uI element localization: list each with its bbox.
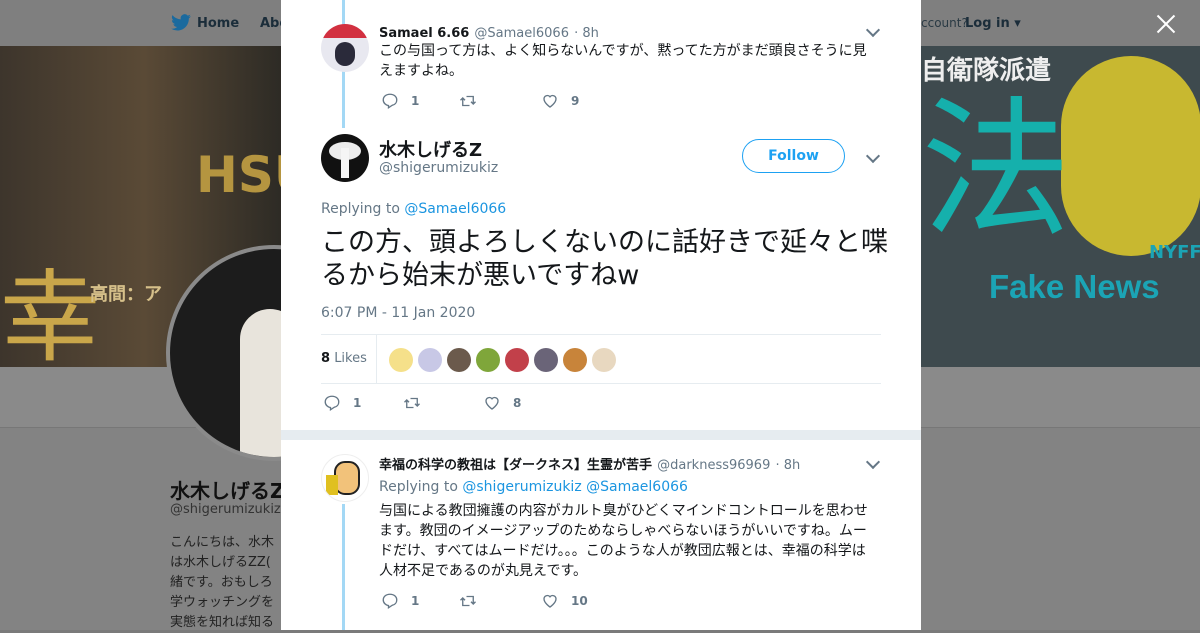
liker-avatar[interactable] [534, 348, 558, 372]
reply-chevron-down-icon[interactable] [865, 454, 881, 470]
reply-header: 幸福の科学の教祖は【ダークネス】生霊が苦手 @darkness96969 · 8… [379, 454, 800, 473]
main-retweet-button[interactable] [403, 394, 421, 412]
reply-time[interactable]: · 8h [775, 458, 800, 473]
main-name[interactable]: 水木しげるZ [379, 136, 482, 162]
reply-text: 与国による教団擁護の内容がカルト臭がひどくマインドコントロールを思わせます。教団… [379, 503, 868, 579]
liker-avatar[interactable] [592, 348, 616, 372]
main-actions: 1 8 [323, 394, 623, 414]
account-prompt: ccount? [921, 16, 968, 30]
main-handle[interactable]: @shigerumizukiz [379, 160, 498, 176]
reply-actions: 1 10 [381, 592, 681, 612]
reply-like-count: 10 [571, 594, 588, 608]
follow-button[interactable]: Follow [742, 139, 845, 173]
banner-right-title: 自衛隊派遣 [921, 56, 1052, 86]
profile-bio: こんにちは、水木 は水木しげるZZ( 緒です。おもしろ 学ウォッチングを 実態を… [170, 535, 275, 630]
likes-stat[interactable]: 8 Likes [321, 351, 367, 366]
prev-like-count: 9 [571, 94, 580, 108]
liker-avatar[interactable] [418, 348, 442, 372]
likes-count: 8 [321, 351, 331, 366]
prev-like-button[interactable]: 9 [541, 92, 579, 110]
close-icon[interactable] [1152, 10, 1180, 38]
tweet-modal: Samael 6.66 @Samael6066 · 8h この与国って方は、よく… [281, 0, 921, 630]
likes-label: Likes [334, 351, 367, 366]
reply-name[interactable]: 幸福の科学の教祖は【ダークネス】生霊が苦手 [379, 458, 652, 473]
retweet-icon [460, 595, 476, 607]
reply-replying-link-2[interactable]: @Samael6066 [586, 479, 688, 495]
thread-line-reply [342, 504, 345, 630]
login-label: Log in [965, 16, 1010, 31]
prev-reply-button[interactable]: 1 [381, 92, 419, 110]
heart-icon [543, 94, 557, 108]
main-text: この方、頭よろしくないのに話好きで延々と喋るから始末が悪いですねw [321, 227, 888, 291]
reply-reply-count: 1 [411, 594, 420, 608]
login-link[interactable]: Log in ▾ [965, 16, 1021, 31]
reply-icon [382, 593, 398, 610]
prev-chevron-down-icon[interactable] [865, 22, 881, 38]
main-like-count: 8 [513, 396, 522, 410]
liker-avatar[interactable] [476, 348, 500, 372]
profile-name: 水木しげるZ [170, 479, 285, 503]
main-stats: 8 Likes [321, 334, 881, 384]
reply-divider [281, 430, 921, 440]
avatar-darkness[interactable] [321, 454, 369, 502]
reply-handle[interactable]: @darkness96969 [657, 458, 770, 473]
main-chevron-down-icon[interactable] [865, 148, 881, 164]
main-replying: Replying to @Samael6066 [321, 201, 506, 217]
banner-left-caption: 高間：ア [90, 284, 162, 305]
prev-name[interactable]: Samael 6.66 [379, 26, 469, 41]
reply-icon [382, 93, 398, 110]
banner-fake-news: Fake News [989, 268, 1160, 305]
reply-retweet-button[interactable] [459, 592, 477, 610]
main-replying-link[interactable]: @Samael6066 [404, 201, 506, 217]
liker-avatar[interactable] [505, 348, 529, 372]
reply-replying: Replying to @shigerumizukiz @Samael6066 [379, 477, 688, 497]
banner-right-photo: 法 自衛隊派遣 NYFF Fake News [921, 46, 1200, 367]
reply-replying-prefix: Replying to [379, 479, 458, 495]
reply-like-button[interactable]: 10 [541, 592, 588, 610]
main-reply-button[interactable]: 1 [323, 394, 361, 412]
main-replying-prefix: Replying to [321, 201, 400, 217]
nav-home-link[interactable]: Home [197, 16, 239, 31]
stats-divider [376, 335, 377, 383]
profile-handle[interactable]: @shigerumizukiz [170, 502, 281, 517]
liker-avatar[interactable] [563, 348, 587, 372]
prev-reply-count: 1 [411, 94, 420, 108]
banner-left-kanji: 幸 [0, 259, 100, 376]
heart-icon [543, 594, 557, 608]
prev-retweet-button[interactable] [459, 92, 477, 110]
heart-icon [485, 396, 499, 410]
reply-reply-button[interactable]: 1 [381, 592, 419, 610]
bird-icon[interactable] [170, 14, 192, 32]
prev-header: Samael 6.66 @Samael6066 · 8h [379, 22, 599, 41]
avatar-main[interactable] [321, 134, 369, 182]
banner-face-image [1061, 56, 1200, 256]
banner-right-kanji: 法 [921, 84, 1072, 258]
banner-nyff: NYFF [1149, 242, 1200, 263]
reply-icon [324, 395, 340, 412]
liker-avatar[interactable] [447, 348, 471, 372]
retweet-icon [460, 95, 476, 107]
liker-avatar[interactable] [389, 348, 413, 372]
prev-text: この与国って方は、よく知らないんですが、黙ってた方がまだ頭良さそうに見えますよね… [379, 43, 867, 79]
prev-handle[interactable]: @Samael6066 [474, 26, 569, 41]
reply-replying-link-1[interactable]: @shigerumizukiz [462, 479, 581, 495]
main-like-button[interactable]: 8 [483, 394, 521, 412]
main-reply-count: 1 [353, 396, 362, 410]
avatar-samael[interactable] [321, 24, 369, 72]
retweet-icon [404, 397, 420, 409]
prev-time[interactable]: · 8h [574, 26, 599, 41]
main-timestamp[interactable]: 6:07 PM - 11 Jan 2020 [321, 305, 475, 321]
prev-actions: 1 9 [381, 92, 681, 112]
